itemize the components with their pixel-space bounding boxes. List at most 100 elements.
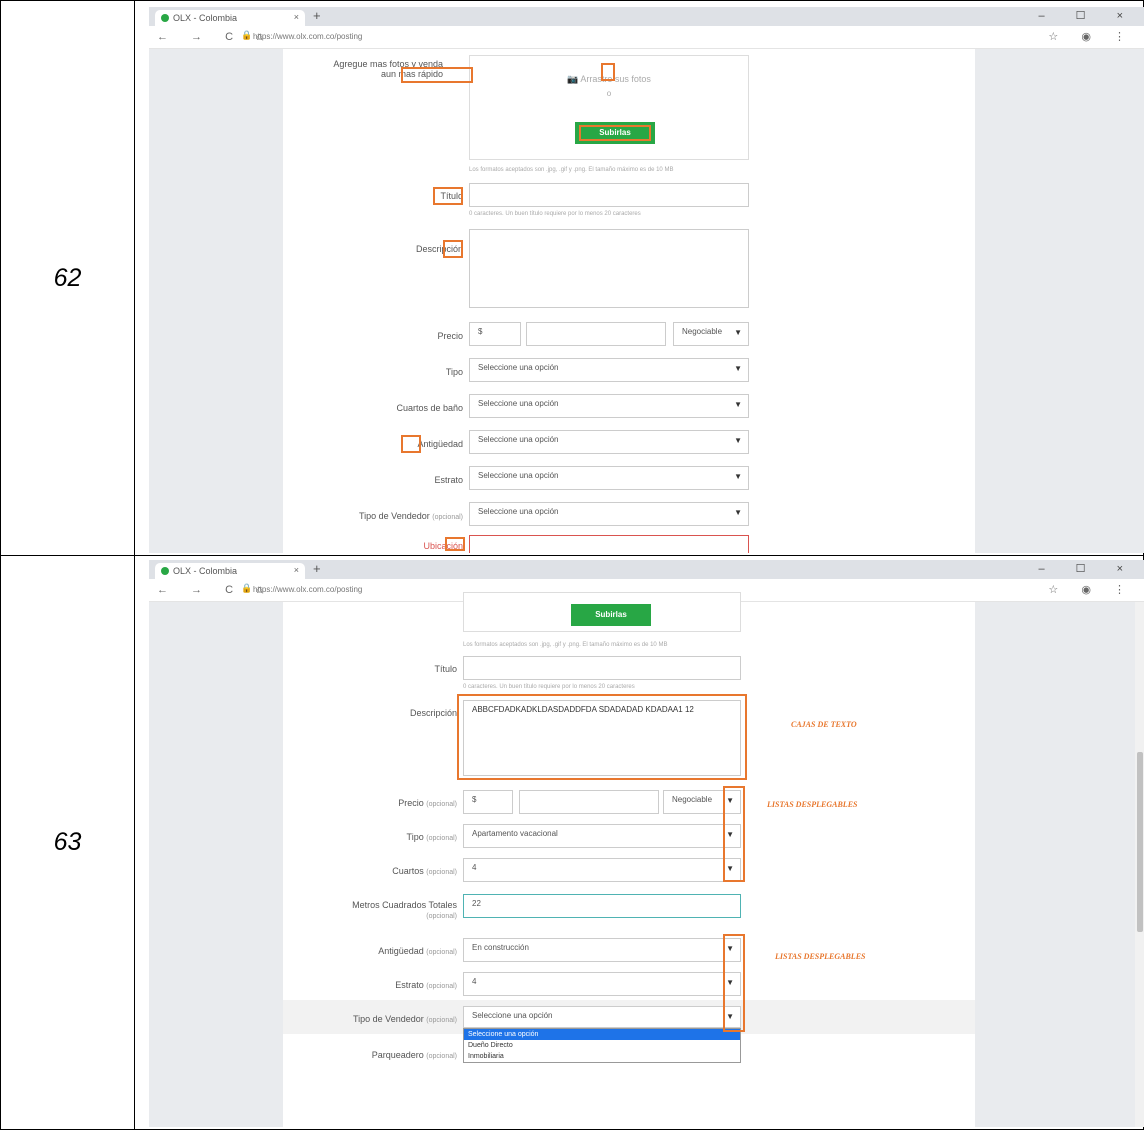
row-number-63: 63	[0, 555, 135, 1130]
chevron-down-icon: ▼	[734, 436, 742, 445]
new-tab-button[interactable]: +	[313, 561, 321, 576]
dropdown-option[interactable]: Inmobiliaria	[464, 1051, 740, 1062]
browser-window: OLX - Colombia × + – ☐ × ← → C ⌂ 🔒 https…	[149, 560, 1144, 1127]
upload-button[interactable]: Subirlas	[571, 604, 651, 626]
title-input[interactable]	[463, 656, 741, 680]
price-currency: $	[463, 790, 513, 814]
stratum-select[interactable]: 4 ▼	[463, 972, 741, 996]
seller-label: Tipo de Vendedor (opcional)	[359, 511, 463, 521]
stratum-select[interactable]: Seleccione una opción ▼	[469, 466, 749, 490]
location-label: Ubicación	[423, 541, 463, 551]
chevron-down-icon: ▼	[734, 364, 742, 373]
screenshot-62: OLX - Colombia × + – ☐ × ← → C ⌂ 🔒 https…	[134, 0, 1144, 556]
toolbar-icons[interactable]: ☆ ◉ ⋮	[1048, 583, 1135, 596]
highlight-box	[433, 187, 463, 205]
highlight-box	[401, 67, 473, 83]
seller-dropdown-list: Seleccione una opción Dueño Directo Inmo…	[463, 1028, 741, 1063]
chevron-down-icon: ▼	[734, 472, 742, 481]
type-select[interactable]: Apartamento vacacional ▼	[463, 824, 741, 848]
browser-tab[interactable]: OLX - Colombia ×	[155, 563, 305, 579]
tab-bar: OLX - Colombia × + – ☐ ×	[149, 560, 1144, 579]
seller-label: Tipo de Vendedor (opcional)	[353, 1014, 457, 1024]
highlight-box	[579, 125, 651, 141]
age-label: Antigüedad (opcional)	[378, 946, 457, 956]
annotation-dropdowns: LISTAS DESPLEGABLES	[767, 800, 858, 809]
rooms-label: Cuartos (opcional)	[392, 866, 457, 876]
description-label: Descripción	[409, 708, 457, 718]
lock-icon: 🔒	[241, 30, 253, 40]
title-label: Título	[434, 664, 457, 674]
url-field[interactable]: https://www.olx.com.co/posting	[253, 585, 362, 594]
highlight-box	[443, 240, 463, 258]
bathrooms-label: Cuartos de baño	[396, 403, 463, 413]
rooms-select[interactable]: 4 ▼	[463, 858, 741, 882]
formats-help: Los formatos aceptados son .jpg, .gif y …	[469, 167, 674, 173]
area-label: Metros Cuadrados Totales (opcional)	[352, 900, 457, 920]
chevron-down-icon: ▼	[734, 328, 742, 337]
annotation-text-boxes: CAJAS DE TEXTO	[791, 720, 857, 729]
stratum-label: Estrato (opcional)	[395, 980, 457, 990]
title-help: 0 caracteres. Un buen título requiere po…	[469, 211, 641, 217]
window-controls[interactable]: – ☐ ×	[1038, 562, 1137, 575]
camera-icon: 📷	[567, 74, 579, 84]
tab-bar: OLX - Colombia × + – ☐ ×	[149, 7, 1144, 26]
bathrooms-select[interactable]: Seleccione una opción ▼	[469, 394, 749, 418]
dropzone-or: o	[606, 89, 612, 98]
parking-label: Parqueadero (opcional)	[371, 1050, 457, 1060]
price-label: Precio	[437, 331, 463, 341]
title-input[interactable]	[469, 183, 749, 207]
lock-icon: 🔒	[241, 583, 253, 593]
age-label: Antigüedad	[417, 439, 463, 449]
annotation-dropdowns: LISTAS DESPLEGABLES	[775, 952, 866, 961]
type-select[interactable]: Seleccione una opción ▼	[469, 358, 749, 382]
posting-form: Agregue mas fotos y venda aun mas rápido …	[283, 49, 975, 553]
highlight-box	[723, 934, 745, 1032]
formats-help: Los formatos aceptados son .jpg, .gif y …	[463, 642, 668, 648]
highlight-box	[445, 537, 465, 551]
dropdown-option[interactable]: Seleccione una opción	[464, 1029, 740, 1040]
favicon-icon	[161, 567, 169, 575]
negotiable-select[interactable]: Negociable ▼	[673, 322, 749, 346]
browser-window: OLX - Colombia × + – ☐ × ← → C ⌂ 🔒 https…	[149, 7, 1144, 553]
location-input[interactable]	[469, 535, 749, 553]
type-label: Tipo	[445, 367, 463, 377]
page-area: Agregue mas fotos y venda aun mas rápido …	[149, 49, 1144, 553]
highlight-box	[401, 435, 421, 453]
chevron-down-icon: ▼	[734, 508, 742, 517]
description-label: Descripción	[415, 244, 463, 254]
highlight-box	[457, 694, 747, 780]
type-label: Tipo (opcional)	[406, 832, 457, 842]
age-select[interactable]: Seleccione una opción ▼	[469, 430, 749, 454]
browser-tab[interactable]: OLX - Colombia ×	[155, 10, 305, 26]
close-tab-icon[interactable]: ×	[294, 12, 299, 22]
posting-form: Subirlas Los formatos aceptados son .jpg…	[283, 592, 975, 1127]
screenshot-63: OLX - Colombia × + – ☐ × ← → C ⌂ 🔒 https…	[134, 555, 1144, 1130]
seller-select[interactable]: Seleccione una opción ▼	[463, 1006, 741, 1028]
highlight-box	[723, 786, 745, 882]
age-select[interactable]: En construcción ▼	[463, 938, 741, 962]
close-tab-icon[interactable]: ×	[294, 565, 299, 575]
area-input[interactable]: 22	[463, 894, 741, 918]
new-tab-button[interactable]: +	[313, 8, 321, 23]
description-textarea[interactable]	[469, 229, 749, 308]
chevron-down-icon: ▼	[734, 400, 742, 409]
price-input[interactable]	[526, 322, 666, 346]
favicon-icon	[161, 14, 169, 22]
toolbar-icons[interactable]: ☆ ◉ ⋮	[1048, 30, 1135, 43]
window-controls[interactable]: – ☐ ×	[1038, 9, 1137, 22]
row-number-62: 62	[0, 0, 135, 556]
stratum-label: Estrato	[434, 475, 463, 485]
price-currency: $	[469, 322, 521, 346]
highlight-box	[601, 63, 615, 81]
dropdown-option[interactable]: Dueño Directo	[464, 1040, 740, 1051]
scrollbar[interactable]	[1135, 602, 1144, 1127]
price-input[interactable]	[519, 790, 659, 814]
page-area: Subirlas Los formatos aceptados son .jpg…	[149, 592, 1144, 1127]
url-field[interactable]: https://www.olx.com.co/posting	[253, 32, 362, 41]
tab-title: OLX - Colombia	[173, 13, 238, 23]
address-bar: ← → C ⌂ 🔒 https://www.olx.com.co/posting…	[149, 26, 1144, 49]
tab-title: OLX - Colombia	[173, 566, 238, 576]
dropzone-hint: Arrastre sus fotos	[580, 74, 651, 84]
scrollbar-thumb[interactable]	[1137, 752, 1143, 932]
seller-select[interactable]: Seleccione una opción ▼	[469, 502, 749, 526]
